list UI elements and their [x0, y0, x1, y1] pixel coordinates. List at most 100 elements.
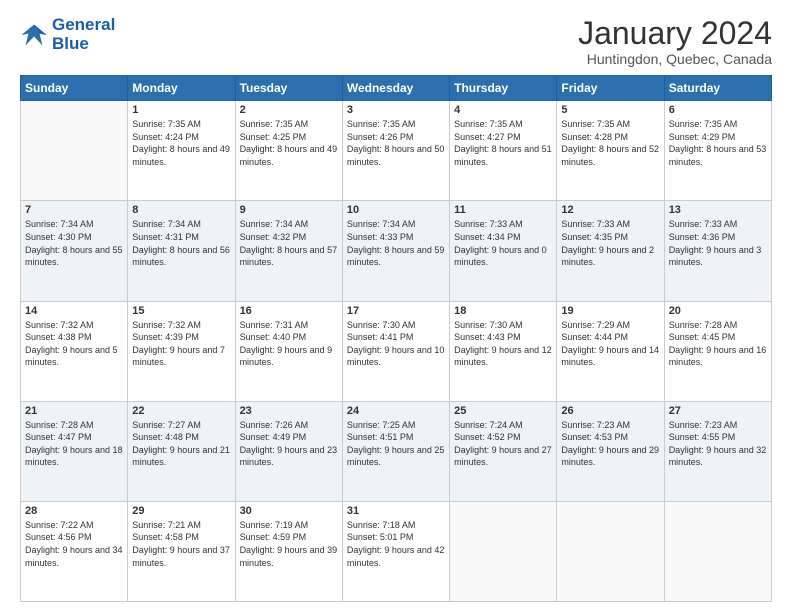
day-number: 17	[347, 305, 445, 317]
calendar-header-cell: Wednesday	[342, 76, 449, 101]
calendar-header-row: SundayMondayTuesdayWednesdayThursdayFrid…	[21, 76, 772, 101]
page: General Blue January 2024 Huntingdon, Qu…	[0, 0, 792, 612]
calendar-cell: 27Sunrise: 7:23 AMSunset: 4:55 PMDayligh…	[664, 401, 771, 501]
calendar-cell: 25 Sunrise: 7:24 AMSunset: 4:52 PMDayligh…	[450, 401, 557, 501]
day-number: 7	[25, 204, 123, 216]
day-number: 15	[132, 305, 230, 317]
calendar-cell: 9 Sunrise: 7:34 AMSunset: 4:32 PMDaylight…	[235, 201, 342, 301]
calendar-cell	[21, 101, 128, 201]
calendar-cell: 17 Sunrise: 7:30 AMSunset: 4:41 PMDayligh…	[342, 301, 449, 401]
calendar-week-row: 7 Sunrise: 7:34 AMSunset: 4:30 PMDaylight…	[21, 201, 772, 301]
day-info: Sunrise: 7:29 AMSunset: 4:44 PMDaylight:…	[561, 319, 659, 369]
day-info: Sunrise: 7:18 AMSunset: 5:01 PMDaylight:…	[347, 519, 445, 569]
calendar-table: SundayMondayTuesdayWednesdayThursdayFrid…	[20, 75, 772, 602]
day-info: Sunrise: 7:30 AMSunset: 4:43 PMDaylight:…	[454, 319, 552, 369]
day-info: Sunrise: 7:35 AMSunset: 4:27 PMDaylight:…	[454, 118, 552, 168]
day-info: Sunrise: 7:34 AMSunset: 4:32 PMDaylight:…	[240, 218, 338, 268]
day-number: 12	[561, 204, 659, 216]
calendar-week-row: 28 Sunrise: 7:22 AMSunset: 4:56 PMDayligh…	[21, 501, 772, 601]
day-number: 28	[25, 505, 123, 517]
title-block: January 2024 Huntingdon, Quebec, Canada	[578, 16, 772, 67]
day-info: Sunrise: 7:28 AMSunset: 4:47 PMDaylight:…	[25, 419, 123, 469]
day-number: 13	[669, 204, 767, 216]
day-info: Sunrise: 7:23 AMSunset: 4:53 PMDaylight:…	[561, 419, 659, 469]
calendar-week-row: 21 Sunrise: 7:28 AMSunset: 4:47 PMDayligh…	[21, 401, 772, 501]
day-info: Sunrise: 7:22 AMSunset: 4:56 PMDaylight:…	[25, 519, 123, 569]
day-info: Sunrise: 7:32 AMSunset: 4:38 PMDaylight:…	[25, 319, 123, 369]
calendar-cell: 13 Sunrise: 7:33 AMSunset: 4:36 PMDayligh…	[664, 201, 771, 301]
calendar-week-row: 1 Sunrise: 7:35 AMSunset: 4:24 PMDaylight…	[21, 101, 772, 201]
day-info: Sunrise: 7:35 AMSunset: 4:29 PMDaylight:…	[669, 118, 767, 168]
calendar-cell: 12Sunrise: 7:33 AMSunset: 4:35 PMDayligh…	[557, 201, 664, 301]
calendar-header-cell: Sunday	[21, 76, 128, 101]
calendar-cell: 3 Sunrise: 7:35 AMSunset: 4:26 PMDaylight…	[342, 101, 449, 201]
calendar-cell: 20 Sunrise: 7:28 AMSunset: 4:45 PMDayligh…	[664, 301, 771, 401]
calendar-cell: 10Sunrise: 7:34 AMSunset: 4:33 PMDayligh…	[342, 201, 449, 301]
day-number: 20	[669, 305, 767, 317]
calendar-cell: 28 Sunrise: 7:22 AMSunset: 4:56 PMDayligh…	[21, 501, 128, 601]
calendar-header-cell: Thursday	[450, 76, 557, 101]
day-number: 18	[454, 305, 552, 317]
subtitle: Huntingdon, Quebec, Canada	[578, 51, 772, 67]
calendar-header-cell: Saturday	[664, 76, 771, 101]
calendar-cell: 16 Sunrise: 7:31 AMSunset: 4:40 PMDayligh…	[235, 301, 342, 401]
day-info: Sunrise: 7:26 AMSunset: 4:49 PMDaylight:…	[240, 419, 338, 469]
day-number: 11	[454, 204, 552, 216]
calendar-cell: 18 Sunrise: 7:30 AMSunset: 4:43 PMDayligh…	[450, 301, 557, 401]
day-info: Sunrise: 7:30 AMSunset: 4:41 PMDaylight:…	[347, 319, 445, 369]
day-info: Sunrise: 7:25 AMSunset: 4:51 PMDaylight:…	[347, 419, 445, 469]
day-info: Sunrise: 7:34 AMSunset: 4:30 PMDaylight:…	[25, 218, 123, 268]
day-number: 16	[240, 305, 338, 317]
day-info: Sunrise: 7:35 AMSunset: 4:24 PMDaylight:…	[132, 118, 230, 168]
day-info: Sunrise: 7:27 AMSunset: 4:48 PMDaylight:…	[132, 419, 230, 469]
day-number: 31	[347, 505, 445, 517]
day-number: 19	[561, 305, 659, 317]
calendar-cell: 24 Sunrise: 7:25 AMSunset: 4:51 PMDayligh…	[342, 401, 449, 501]
main-title: January 2024	[578, 16, 772, 51]
calendar-cell: 15 Sunrise: 7:32 AMSunset: 4:39 PMDayligh…	[128, 301, 235, 401]
day-number: 6	[669, 104, 767, 116]
day-number: 23	[240, 405, 338, 417]
day-number: 30	[240, 505, 338, 517]
day-number: 5	[561, 104, 659, 116]
calendar-cell	[450, 501, 557, 601]
day-number: 24	[347, 405, 445, 417]
calendar-header-cell: Monday	[128, 76, 235, 101]
day-number: 21	[25, 405, 123, 417]
day-info: Sunrise: 7:33 AMSunset: 4:34 PMDaylight:…	[454, 218, 552, 268]
day-number: 25	[454, 405, 552, 417]
day-number: 1	[132, 104, 230, 116]
day-number: 4	[454, 104, 552, 116]
day-info: Sunrise: 7:21 AMSunset: 4:58 PMDaylight:…	[132, 519, 230, 569]
calendar-cell: 1 Sunrise: 7:35 AMSunset: 4:24 PMDaylight…	[128, 101, 235, 201]
day-info: Sunrise: 7:24 AMSunset: 4:52 PMDaylight:…	[454, 419, 552, 469]
calendar-cell: 11 Sunrise: 7:33 AMSunset: 4:34 PMDayligh…	[450, 201, 557, 301]
calendar-cell: 19 Sunrise: 7:29 AMSunset: 4:44 PMDayligh…	[557, 301, 664, 401]
day-info: Sunrise: 7:31 AMSunset: 4:40 PMDaylight:…	[240, 319, 338, 369]
calendar-cell: 7 Sunrise: 7:34 AMSunset: 4:30 PMDaylight…	[21, 201, 128, 301]
day-info: Sunrise: 7:23 AMSunset: 4:55 PMDaylight:…	[669, 419, 767, 469]
calendar-header-cell: Tuesday	[235, 76, 342, 101]
calendar-cell: 2Sunrise: 7:35 AMSunset: 4:25 PMDaylight…	[235, 101, 342, 201]
day-info: Sunrise: 7:32 AMSunset: 4:39 PMDaylight:…	[132, 319, 230, 369]
day-info: Sunrise: 7:33 AMSunset: 4:36 PMDaylight:…	[669, 218, 767, 268]
calendar-cell	[664, 501, 771, 601]
day-info: Sunrise: 7:35 AMSunset: 4:28 PMDaylight:…	[561, 118, 659, 168]
calendar-header-cell: Friday	[557, 76, 664, 101]
day-number: 29	[132, 505, 230, 517]
calendar-week-row: 14Sunrise: 7:32 AMSunset: 4:38 PMDayligh…	[21, 301, 772, 401]
day-info: Sunrise: 7:28 AMSunset: 4:45 PMDaylight:…	[669, 319, 767, 369]
day-info: Sunrise: 7:34 AMSunset: 4:33 PMDaylight:…	[347, 218, 445, 268]
calendar-cell: 8Sunrise: 7:34 AMSunset: 4:31 PMDaylight…	[128, 201, 235, 301]
day-number: 9	[240, 204, 338, 216]
day-number: 8	[132, 204, 230, 216]
day-info: Sunrise: 7:35 AMSunset: 4:26 PMDaylight:…	[347, 118, 445, 168]
logo: General Blue	[20, 16, 115, 53]
day-number: 3	[347, 104, 445, 116]
calendar-cell: 26Sunrise: 7:23 AMSunset: 4:53 PMDayligh…	[557, 401, 664, 501]
calendar-cell: 31 Sunrise: 7:18 AMSunset: 5:01 PMDayligh…	[342, 501, 449, 601]
calendar-cell	[557, 501, 664, 601]
calendar-cell: 29 Sunrise: 7:21 AMSunset: 4:58 PMDayligh…	[128, 501, 235, 601]
calendar-cell: 21 Sunrise: 7:28 AMSunset: 4:47 PMDayligh…	[21, 401, 128, 501]
calendar-cell: 14Sunrise: 7:32 AMSunset: 4:38 PMDayligh…	[21, 301, 128, 401]
